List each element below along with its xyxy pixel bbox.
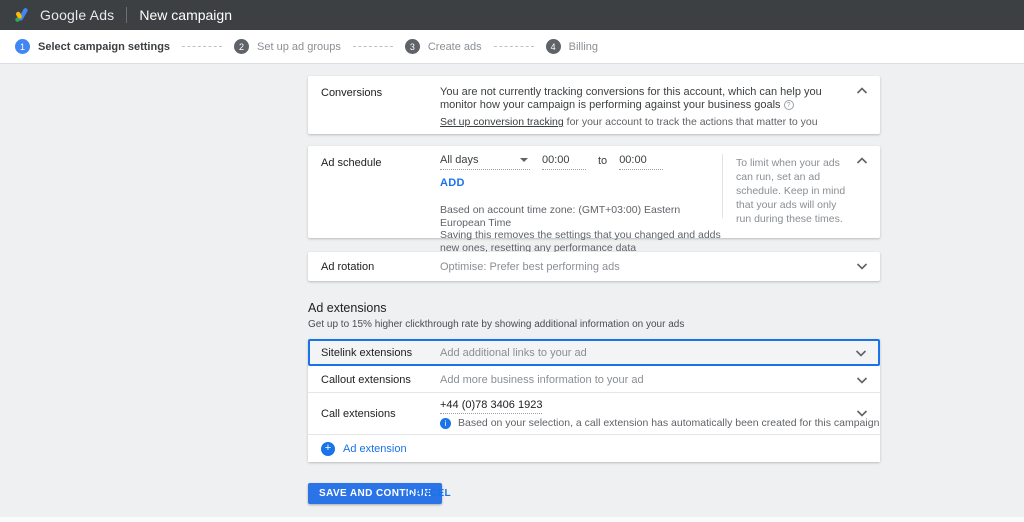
schedule-footnote: Based on account time zone: (GMT+03:00) … — [440, 204, 726, 254]
start-time-input[interactable]: 00:00 — [542, 154, 586, 170]
add-ad-extension-label: Ad extension — [343, 442, 407, 455]
step-number-badge: 1 — [15, 39, 30, 54]
step-billing[interactable]: 4 Billing — [545, 39, 599, 54]
step-connector — [352, 46, 393, 47]
expand-chevron-down-icon[interactable] — [855, 349, 867, 357]
step-set-up-ad-groups[interactable]: 2 Set up ad groups — [234, 39, 341, 54]
expand-chevron-down-icon[interactable] — [856, 376, 868, 384]
callout-extensions-row[interactable]: Callout extensions Add more business inf… — [308, 366, 880, 393]
brand-name: Google Ads — [40, 7, 115, 23]
ad-rotation-label: Ad rotation — [321, 261, 375, 273]
sitelink-extensions-label: Sitelink extensions — [321, 347, 413, 359]
callout-extensions-value: Add more business information to your ad — [440, 374, 644, 386]
conversions-description: You are not currently tracking conversio… — [440, 86, 840, 112]
conversion-tracking-suffix: for your account to track the actions th… — [563, 116, 818, 128]
conversion-tracking-line: Set up conversion tracking for your acco… — [440, 116, 818, 128]
step-label: Billing — [568, 40, 599, 53]
days-dropdown-value: All days — [440, 154, 479, 166]
ad-rotation-panel[interactable]: Ad rotation Optimise: Prefer best perfor… — [308, 252, 880, 281]
expand-chevron-down-icon[interactable] — [856, 262, 868, 270]
call-extensions-label: Call extensions — [321, 408, 396, 420]
warning-note: Saving this removes the settings that yo… — [440, 229, 721, 254]
to-label: to — [598, 155, 608, 167]
sitelink-extensions-value: Add additional links to your ad — [440, 347, 587, 359]
step-create-ads[interactable]: 3 Create ads — [404, 39, 482, 54]
conversions-description-text: You are not currently tracking conversio… — [440, 86, 822, 111]
set-up-conversion-tracking-link[interactable]: Set up conversion tracking — [440, 116, 564, 128]
call-extension-note: i Based on your selection, a call extens… — [440, 417, 879, 429]
conversions-panel: Conversions You are not currently tracki… — [308, 76, 880, 134]
step-number-badge: 2 — [234, 39, 250, 54]
conversions-label: Conversions — [321, 87, 383, 99]
ad-schedule-label: Ad schedule — [321, 157, 382, 169]
schedule-controls: All days 00:00 to 00:00 — [440, 154, 664, 170]
end-time-input[interactable]: 00:00 — [619, 154, 664, 170]
days-dropdown[interactable]: All days — [440, 154, 530, 170]
collapse-chevron-up-icon[interactable] — [856, 87, 868, 95]
step-label: Select campaign settings — [38, 40, 171, 53]
vertical-divider — [722, 154, 723, 218]
call-extension-phone-number[interactable]: +44 (0)78 3406 1923 — [440, 399, 543, 414]
topbar-divider — [126, 7, 128, 23]
plus-icon: + — [321, 441, 335, 456]
ad-rotation-value: Optimise: Prefer best performing ads — [440, 261, 620, 273]
step-select-campaign-settings[interactable]: 1 Select campaign settings — [15, 39, 170, 54]
callout-extensions-label: Callout extensions — [321, 374, 411, 386]
top-app-bar: Google Ads New campaign — [0, 0, 1024, 30]
ad-extensions-title: Ad extensions — [308, 301, 387, 315]
info-icon: i — [440, 417, 451, 429]
call-extension-note-text: Based on your selection, a call extensio… — [458, 417, 880, 429]
cancel-button[interactable]: CANCEL — [407, 483, 451, 504]
step-number-badge: 4 — [545, 39, 561, 54]
schedule-help-text: To limit when your ads can run, set an a… — [736, 157, 846, 225]
ad-extensions-subtitle: Get up to 15% higher clickthrough rate b… — [308, 319, 685, 330]
step-number-badge: 3 — [404, 39, 420, 54]
step-connector — [182, 46, 223, 47]
timezone-note: Based on account time zone: (GMT+03:00) … — [440, 204, 681, 229]
google-ads-logo-icon — [15, 8, 28, 22]
collapse-chevron-up-icon[interactable] — [856, 157, 868, 165]
add-ad-extension-button[interactable]: + Ad extension — [308, 435, 880, 462]
help-icon[interactable]: ? — [783, 100, 794, 110]
expand-chevron-down-icon[interactable] — [856, 409, 868, 417]
sitelink-extensions-row[interactable]: Sitelink extensions Add additional links… — [308, 339, 880, 366]
step-connector — [493, 46, 534, 47]
campaign-stepper: 1 Select campaign settings 2 Set up ad g… — [0, 30, 1024, 64]
add-schedule-button[interactable]: ADD — [440, 177, 465, 189]
step-label: Set up ad groups — [257, 40, 341, 53]
step-label: Create ads — [427, 40, 482, 53]
ad-schedule-panel: Ad schedule All days 00:00 to 00:00 ADD … — [308, 146, 880, 254]
page-title: New campaign — [139, 7, 232, 23]
chevron-down-icon — [520, 158, 528, 162]
ad-extensions-group: Sitelink extensions Add additional links… — [308, 339, 880, 462]
call-extensions-row[interactable]: Call extensions +44 (0)78 3406 1923 i Ba… — [308, 393, 880, 435]
bottom-strip — [0, 517, 1024, 522]
